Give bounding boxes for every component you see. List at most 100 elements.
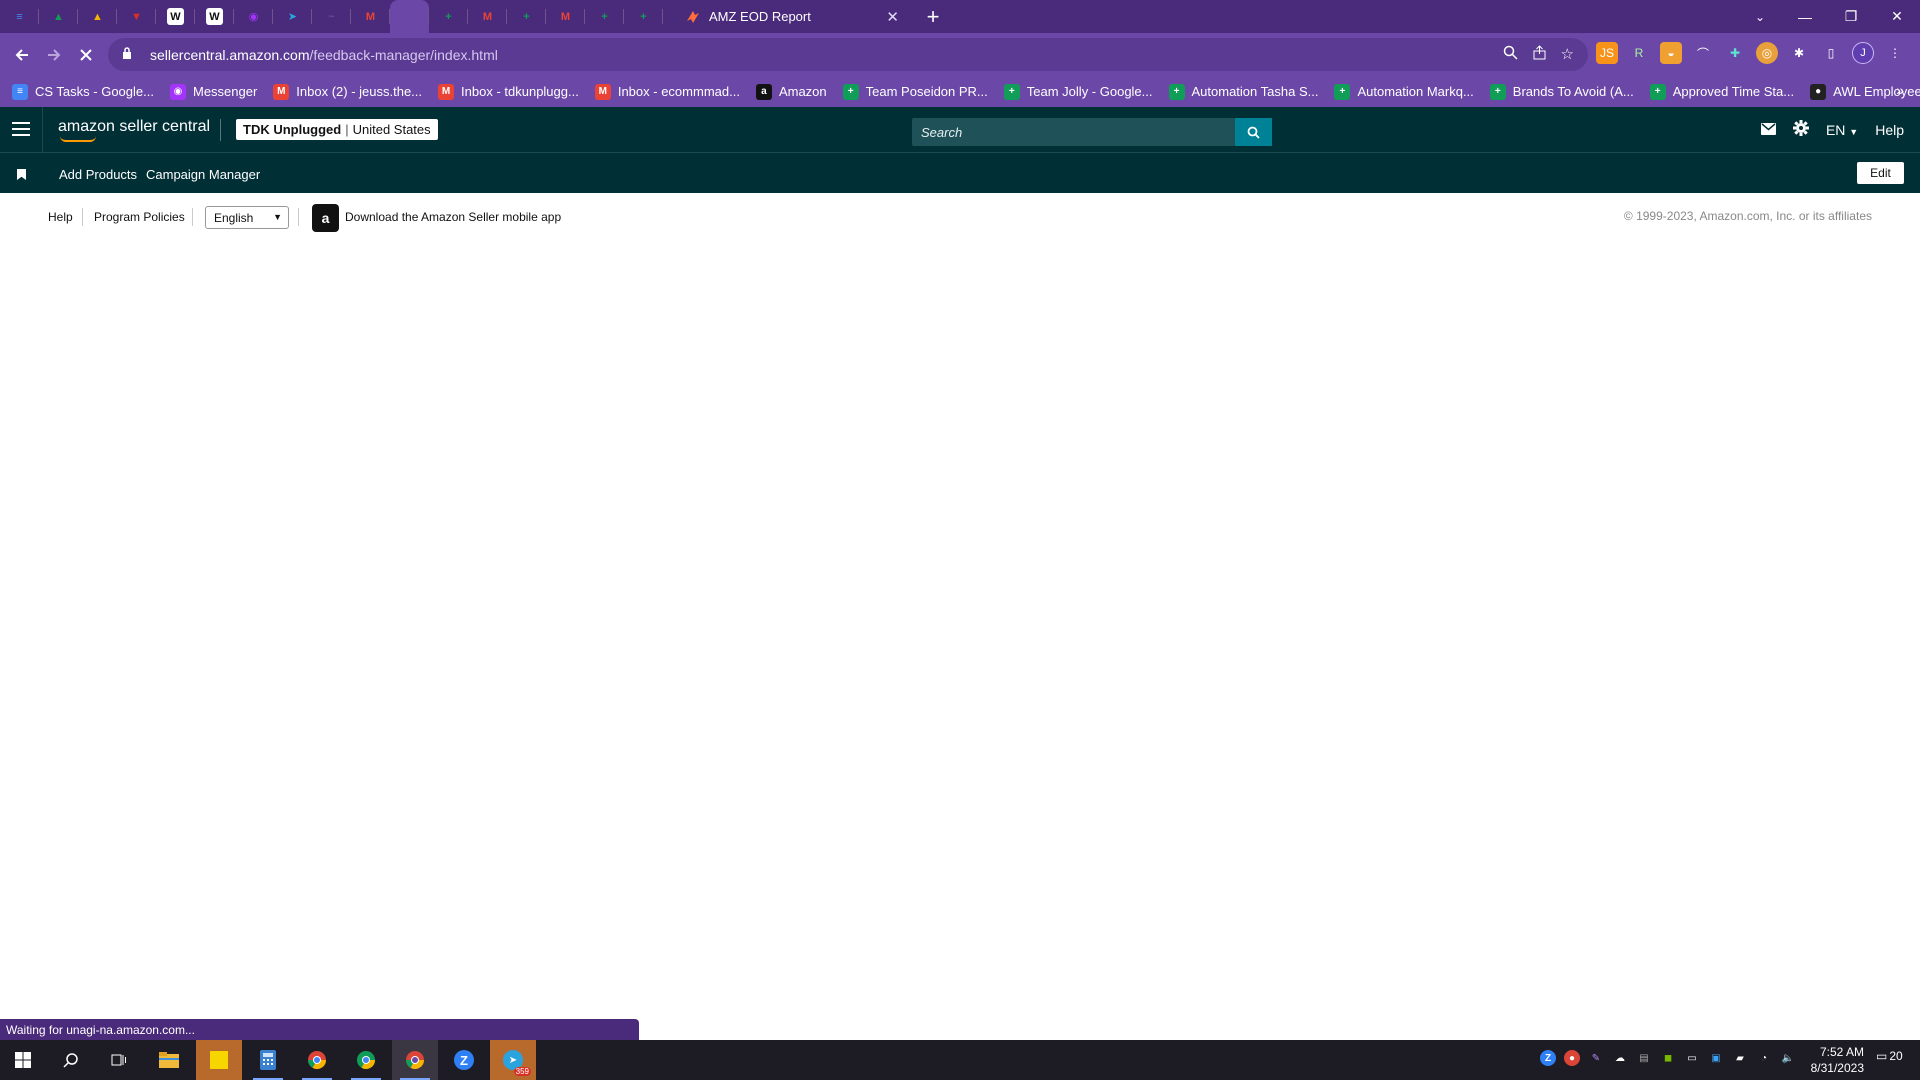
chrome-tray-icon[interactable]: ● — [1564, 1050, 1580, 1066]
wifi-icon[interactable]: ◔ — [1756, 1050, 1772, 1066]
pinned-tab[interactable]: M — [468, 0, 507, 33]
nvidia-icon[interactable]: ◼ — [1660, 1050, 1676, 1066]
seller-central-logo[interactable]: amazon seller central — [58, 118, 210, 142]
pinned-tab[interactable]: ≡ — [0, 0, 39, 33]
puzzle-extensions-icon[interactable]: ✱ — [1788, 42, 1810, 64]
minimize-button[interactable]: — — [1782, 0, 1828, 33]
share-icon[interactable] — [1532, 45, 1547, 64]
chrome-icon[interactable] — [343, 1040, 389, 1080]
menu-kebab-icon[interactable]: ⋮ — [1884, 42, 1906, 64]
nav-add-products[interactable]: Add Products — [59, 167, 137, 182]
battery-icon[interactable]: ▰ — [1732, 1050, 1748, 1066]
bookmark-item[interactable]: + Automation Markq... — [1334, 83, 1474, 100]
close-tab-icon[interactable]: ✕ — [886, 8, 899, 26]
side-panel-icon[interactable]: ▯ — [1820, 42, 1842, 64]
pinned-tab[interactable]: M — [546, 0, 585, 33]
close-window-button[interactable]: ✕ — [1874, 0, 1920, 33]
gear-icon[interactable] — [1792, 120, 1809, 139]
pinned-tab[interactable]: ~ — [312, 0, 351, 33]
tab-search-icon[interactable]: ⌄ — [1745, 0, 1775, 33]
more-bookmarks-icon[interactable]: » — [1896, 82, 1904, 98]
bookmark-icon[interactable] — [17, 169, 26, 180]
circle-extension-icon[interactable]: ◎ — [1756, 42, 1778, 64]
restore-button[interactable]: ❐ — [1828, 0, 1874, 33]
pen-tray-icon[interactable]: ✎ — [1588, 1050, 1604, 1066]
language-dropdown[interactable]: English ▼ — [205, 206, 289, 229]
bookmark-item[interactable]: + Team Poseidon PR... — [842, 83, 988, 100]
sheets-icon: + — [1649, 83, 1666, 100]
bookmark-item[interactable]: M Inbox (2) - jeuss.the... — [273, 83, 422, 100]
bookmark-item[interactable]: + Automation Tasha S... — [1168, 83, 1318, 100]
pinned-tab[interactable]: W — [195, 0, 234, 33]
pinned-tab[interactable]: M — [351, 0, 390, 33]
bookmark-item[interactable]: ≡ CS Tasks - Google... — [12, 83, 154, 100]
r-extension-icon[interactable]: R — [1628, 42, 1650, 64]
search-input[interactable]: Search — [921, 125, 962, 140]
volume-icon[interactable]: 🔈 — [1780, 1050, 1796, 1066]
pinned-tab[interactable]: + — [585, 0, 624, 33]
search-button[interactable] — [1235, 118, 1272, 146]
pinned-tab[interactable]: + — [507, 0, 546, 33]
pinned-tab[interactable]: ▼ — [117, 0, 156, 33]
language-selector[interactable]: EN ▼ — [1826, 122, 1858, 138]
bookmark-item[interactable]: M Inbox - tdkunplugg... — [438, 83, 579, 100]
notification-center[interactable]: ▭ 20 — [1876, 1049, 1903, 1063]
printer-tray-icon[interactable]: ▤ — [1636, 1050, 1652, 1066]
amazon-seller-app-icon[interactable]: a — [312, 204, 339, 232]
search-box[interactable]: Search — [912, 118, 1272, 146]
js-extension-icon[interactable]: JS — [1596, 42, 1618, 64]
bookmark-item[interactable]: ◉ Messenger — [169, 83, 257, 100]
zalo-icon[interactable]: Z — [441, 1040, 487, 1080]
basket-extension-icon[interactable]: ◒ — [1660, 42, 1682, 64]
new-tab-button[interactable]: + — [920, 4, 946, 30]
pinned-tab[interactable]: ( — [390, 0, 429, 33]
task-view-icon[interactable] — [96, 1040, 142, 1080]
help-link[interactable]: Help — [1875, 122, 1904, 138]
mail-icon[interactable] — [1760, 122, 1776, 138]
bookmark-item[interactable]: + Approved Time Sta... — [1649, 83, 1794, 100]
start-button[interactable] — [0, 1040, 46, 1080]
nav-campaign-manager[interactable]: Campaign Manager — [146, 167, 260, 182]
onedrive-icon[interactable]: ☁ — [1612, 1050, 1628, 1066]
bookmark-item[interactable]: a Amazon — [755, 83, 827, 100]
pinned-tab[interactable]: W — [156, 0, 195, 33]
pinned-tab[interactable]: + — [429, 0, 468, 33]
account-switcher[interactable]: TDK Unplugged | United States — [236, 119, 438, 140]
stop-loading-button[interactable] — [73, 42, 99, 68]
pinned-tab[interactable]: ▲ — [39, 0, 78, 33]
display-tray-icon[interactable]: ▣ — [1708, 1050, 1724, 1066]
bookmark-item[interactable]: + Team Jolly - Google... — [1003, 83, 1153, 100]
forward-button[interactable] — [41, 42, 67, 68]
telegram-icon[interactable]: ➤ 359 — [490, 1040, 536, 1080]
tab-amz-eod-report[interactable]: AMZ EOD Report ✕ — [675, 0, 909, 33]
bookmark-item[interactable]: M Inbox - ecommmad... — [594, 83, 740, 100]
storage-tray-icon[interactable]: ▭ — [1684, 1050, 1700, 1066]
file-explorer-icon[interactable] — [146, 1040, 192, 1080]
pinned-tab[interactable]: ▲ — [78, 0, 117, 33]
program-policies-link[interactable]: Program Policies — [94, 210, 185, 224]
back-button[interactable] — [9, 42, 35, 68]
chrome-icon[interactable] — [392, 1040, 438, 1080]
zoom-icon[interactable] — [1503, 45, 1518, 64]
pinned-tab[interactable]: + — [624, 0, 663, 33]
pinned-tab[interactable]: ➤ — [273, 0, 312, 33]
cross-extension-icon[interactable]: ✚ — [1724, 42, 1746, 64]
profile-avatar[interactable]: J — [1852, 42, 1874, 64]
footer-help-link[interactable]: Help — [48, 210, 73, 224]
download-app-link[interactable]: Download the Amazon Seller mobile app — [345, 210, 561, 224]
lock-icon[interactable] — [122, 47, 138, 62]
zalo-tray-icon[interactable]: Z — [1540, 1050, 1556, 1066]
sticky-notes-icon[interactable] — [196, 1040, 242, 1080]
edit-button[interactable]: Edit — [1857, 162, 1904, 184]
clock-time: 7:52 AM — [1819, 1045, 1864, 1059]
pinned-tab[interactable]: ◉ — [234, 0, 273, 33]
amazon-extension-icon[interactable]: ⌒ — [1692, 42, 1714, 64]
calculator-icon[interactable] — [245, 1040, 291, 1080]
hamburger-menu-icon[interactable] — [12, 120, 30, 138]
bookmark-star-icon[interactable]: ☆ — [1561, 45, 1574, 64]
search-taskbar-icon[interactable] — [48, 1040, 94, 1080]
bookmark-item[interactable]: + Brands To Avoid (A... — [1489, 83, 1634, 100]
chrome-icon[interactable] — [294, 1040, 340, 1080]
system-clock[interactable]: 7:52 AM 8/31/2023 — [1804, 1044, 1864, 1076]
address-bar[interactable]: sellercentral.amazon.com/feedback-manage… — [108, 38, 1588, 71]
